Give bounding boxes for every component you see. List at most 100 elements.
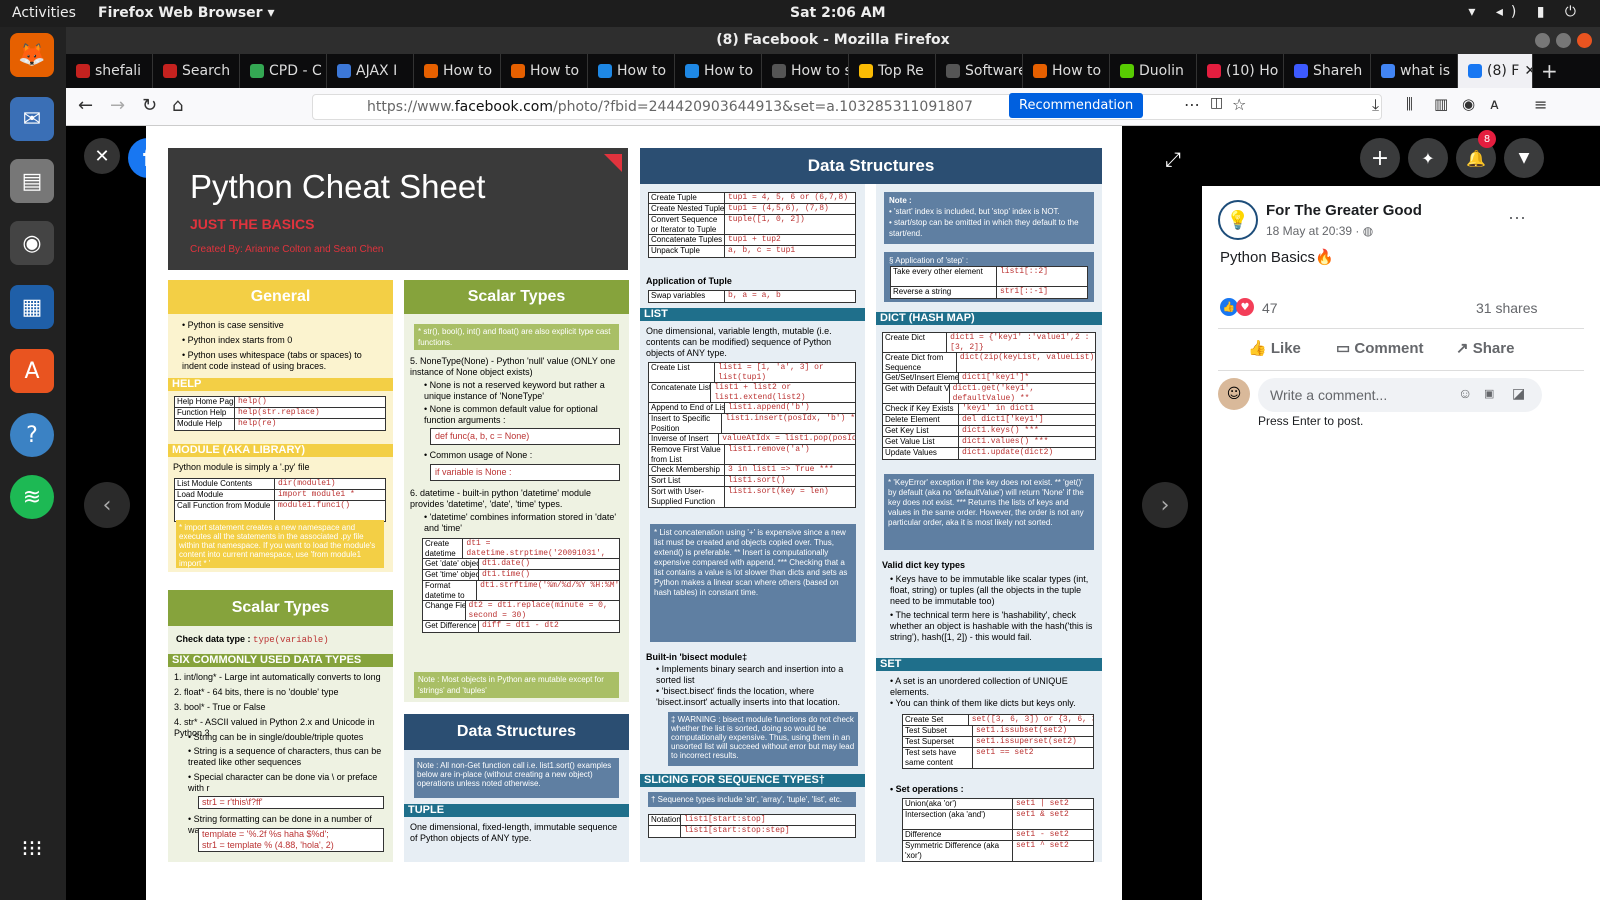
post-options-icon[interactable]: ⋯ (1508, 208, 1526, 229)
account-menu-icon[interactable]: ▼ (1504, 138, 1544, 178)
browser-tab[interactable]: How to (588, 54, 675, 88)
browser-tab[interactable]: How to (414, 54, 501, 88)
bisect-item: • Implements binary search and insertion… (656, 664, 844, 685)
system-tray[interactable]: ▾ ◂) ▮ ⏻ (1468, 4, 1584, 20)
table-row: Get Key List dict1.keys() *** (883, 426, 1095, 437)
corner-mark (604, 154, 622, 172)
reaction-count[interactable]: 47 (1262, 300, 1278, 316)
share-count[interactable]: 31 shares (1476, 300, 1537, 316)
bookmark-star-icon[interactable]: ☆ (1232, 95, 1246, 114)
recommendation-label: Recommendation (1019, 98, 1134, 113)
firefox-icon[interactable]: 🦊 (10, 33, 54, 77)
app-menu[interactable]: Firefox Web Browser ▾ (98, 5, 274, 21)
table-row: Sort List list1.sort() (649, 476, 855, 487)
table-value: help(re) (238, 419, 277, 428)
table-key: Union(aka 'or') (903, 799, 1013, 809)
share-button[interactable]: ↗ Share (1456, 339, 1514, 357)
comment-placeholder: Write a comment... (1270, 387, 1388, 403)
previous-photo-icon[interactable]: ‹ (84, 482, 130, 528)
table-key: Convert Sequence or Iterator to Tuple (649, 215, 725, 234)
menu-icon[interactable]: ≡ (1534, 95, 1547, 114)
browser-tab[interactable]: Software (936, 54, 1023, 88)
forward-icon[interactable]: → (110, 95, 125, 116)
type-item: 2. float* - 64 bits, there is no 'double… (174, 687, 339, 697)
table-row: Test Superset set1.issuperset(set2) (903, 737, 1093, 748)
browser-tab[interactable]: How to (501, 54, 588, 88)
table-value: list1[start:stop] (684, 815, 766, 824)
home-icon[interactable]: ⌂ (172, 95, 183, 116)
emoji-icon[interactable]: ☺ (1458, 385, 1472, 401)
messenger-icon[interactable]: ✦ (1408, 138, 1448, 178)
love-reaction-icon[interactable]: ♥ (1236, 298, 1254, 316)
table-row: Concatenate Tuples tup1 + tup2 (649, 235, 855, 246)
rhythmbox-icon[interactable]: ◉ (10, 221, 54, 265)
next-photo-icon[interactable]: › (1142, 482, 1188, 528)
browser-tab[interactable]: How to (675, 54, 762, 88)
library-icon[interactable]: ⫼ (1406, 95, 1413, 113)
create-icon[interactable]: + (1360, 138, 1400, 178)
reload-icon[interactable]: ↻ (142, 95, 157, 116)
browser-tab[interactable]: Search (153, 54, 240, 88)
back-icon[interactable]: ← (78, 95, 93, 116)
recommendation-button[interactable]: Recommendation (1009, 93, 1144, 118)
sidebar-icon[interactable]: ▥ (1434, 95, 1448, 113)
browser-tab[interactable]: How to (1023, 54, 1110, 88)
slicing-heading: SLICING FOR SEQUENCE TYPES† (640, 774, 865, 787)
cheat-sheet-image[interactable]: Python Cheat Sheet JUST THE BASICS Creat… (146, 126, 1122, 900)
close-viewer-icon[interactable]: ✕ (84, 138, 120, 174)
table-row: Difference set1 - set2 (903, 830, 1093, 841)
downloads-icon[interactable]: ⤓ (1372, 95, 1379, 115)
post-date[interactable]: 18 May at 20:39 · ◍ (1266, 224, 1373, 238)
browser-tab[interactable]: what is (1371, 54, 1458, 88)
browser-tab[interactable]: Top Re (849, 54, 936, 88)
pocket-icon[interactable]: ◫ (1210, 95, 1223, 111)
tab-label: How to (617, 63, 667, 79)
browser-tab[interactable]: How to sta (762, 54, 849, 88)
post-author[interactable]: For The Greater Good (1266, 202, 1422, 219)
table-key: Intersection (aka 'and') (903, 810, 1013, 829)
browser-tab[interactable]: shefali (66, 54, 153, 88)
table-value: dict1 = {'key1' :'value1',2 :[3, 2]} (950, 333, 1090, 352)
table-row: Check Membership 3 in list1 => True *** (649, 465, 855, 476)
new-tab-icon[interactable]: + (1541, 59, 1558, 83)
account-icon[interactable]: ◉ (1462, 95, 1475, 113)
table-row: Get with Default Valuedict1.get('key1', … (883, 384, 1095, 404)
gif-icon[interactable]: ▣ (1484, 387, 1494, 400)
page-avatar[interactable]: 💡 (1218, 200, 1258, 240)
tab-favicon-icon (1033, 64, 1047, 78)
close-window-button[interactable] (1577, 33, 1592, 48)
translate-icon[interactable]: ᴀ (1490, 95, 1499, 113)
table-value: 'key1' in dict1 (962, 404, 1035, 413)
app-grid-icon[interactable]: ⁝⁝⁝ (10, 827, 54, 871)
browser-tab[interactable]: Shareh (1284, 54, 1371, 88)
tab-label: AJAX I (356, 63, 398, 79)
maximize-button[interactable] (1556, 33, 1571, 48)
help-icon[interactable]: ? (10, 413, 54, 457)
browser-tab[interactable]: AJAX I (327, 54, 414, 88)
thunderbird-icon[interactable]: ✉ (10, 97, 54, 141)
user-avatar[interactable]: ☺ (1218, 378, 1250, 410)
browser-tab[interactable]: CPD - C (240, 54, 327, 88)
page-actions-icon[interactable]: ⋯ (1184, 95, 1200, 114)
browser-tab[interactable]: (8) F✕ (1458, 54, 1533, 88)
writer-icon[interactable]: ▦ (10, 285, 54, 329)
like-button[interactable]: 👍 Like (1248, 339, 1301, 357)
software-icon[interactable]: A (10, 349, 54, 393)
sticker-icon[interactable]: ◪ (1512, 385, 1525, 402)
close-tab-icon[interactable]: ✕ (1524, 63, 1532, 79)
browser-tab[interactable]: (10) Ho (1197, 54, 1284, 88)
type-item: 1. int/long* - Large int automatically c… (174, 672, 381, 682)
activities-button[interactable]: Activities (12, 5, 76, 21)
spotify-icon[interactable]: ≋ (10, 475, 54, 519)
fullscreen-icon[interactable]: ⤢ (1156, 142, 1190, 176)
files-icon[interactable]: ▤ (10, 159, 54, 203)
table-row: Get 'date' object dt1.date() (423, 559, 619, 570)
browser-tab[interactable]: Duolin (1110, 54, 1197, 88)
tab-label: (8) F (1487, 63, 1520, 79)
set-heading: SET (876, 658, 1102, 671)
comment-input[interactable]: Write a comment... ☺ ▣ ◪ (1258, 378, 1542, 412)
table-key: Insert to Specific Position (649, 414, 723, 433)
comment-button[interactable]: ▭ Comment (1336, 339, 1424, 357)
clock[interactable]: Sat 2:06 AM (790, 5, 886, 21)
minimize-button[interactable] (1535, 33, 1550, 48)
